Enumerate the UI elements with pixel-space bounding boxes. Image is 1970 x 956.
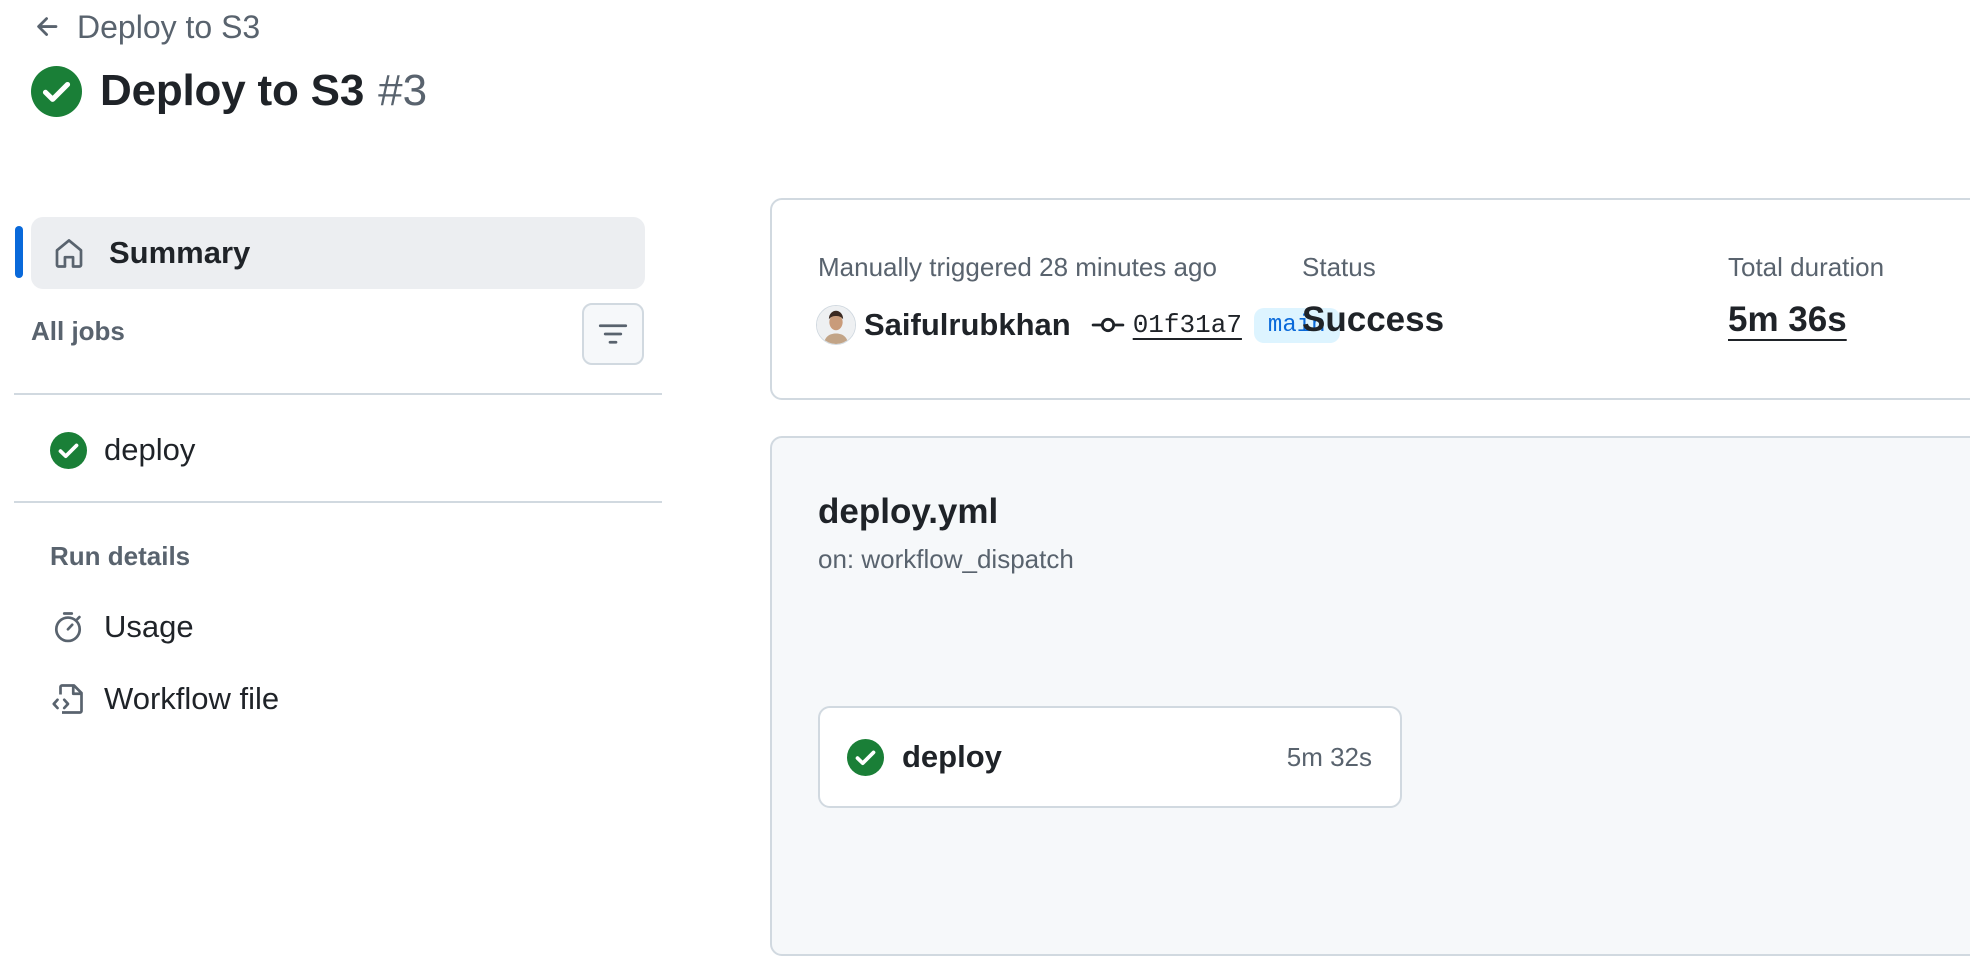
- commit-sha-link[interactable]: 01f31a7: [1127, 310, 1248, 340]
- run-details-heading: Run details: [50, 541, 191, 571]
- job-duration: 5m 32s: [1286, 741, 1372, 772]
- workflow-trigger: on: workflow_dispatch: [818, 544, 1074, 574]
- check-circle-fill-icon: [847, 738, 884, 776]
- avatar[interactable]: [816, 305, 856, 345]
- sidebar-item-label: Summary: [109, 235, 251, 270]
- arrow-left-icon: [37, 17, 58, 36]
- divider: [14, 501, 662, 503]
- check-circle-fill-icon: [50, 431, 87, 469]
- sidebar-item-deploy-job[interactable]: deploy: [50, 426, 195, 474]
- duration-label: Total duration: [1728, 252, 1885, 282]
- run-summary-card: Manually triggered 28 minutes ago Saiful…: [770, 198, 1970, 400]
- stopwatch-icon: [54, 612, 82, 643]
- actor-name[interactable]: Saifulrubkhan: [864, 307, 1071, 343]
- sidebar-item-usage[interactable]: Usage: [50, 605, 194, 649]
- back-link-label: Deploy to S3: [77, 8, 261, 45]
- sidebar-item-label: Usage: [104, 609, 194, 644]
- file-code-icon: [52, 684, 83, 714]
- home-icon: [55, 239, 83, 268]
- sidebar-item-summary[interactable]: Summary: [31, 217, 645, 289]
- job-name: deploy: [902, 739, 1002, 774]
- sidebar-item-label: deploy: [104, 432, 196, 467]
- trigger-text: Manually triggered 28 minutes ago: [818, 252, 1217, 282]
- workflow-title: Deploy to S3: [100, 66, 365, 115]
- workflow-file-name: deploy.yml: [818, 492, 999, 531]
- run-number: #3: [378, 66, 428, 115]
- actor-row: Saifulrubkhan 01f31a7 main: [816, 303, 1340, 347]
- git-commit-icon: [1091, 317, 1124, 333]
- back-link[interactable]: Deploy to S3: [33, 7, 260, 47]
- status-value: Success: [1302, 300, 1445, 339]
- status-label: Status: [1302, 252, 1376, 282]
- all-jobs-heading: All jobs: [31, 316, 125, 346]
- check-circle-fill-icon: [31, 65, 82, 117]
- duration-value[interactable]: 5m 36s: [1728, 300, 1847, 340]
- job-card-deploy[interactable]: deploy 5m 32s: [818, 706, 1402, 808]
- sidebar-item-workflow-file[interactable]: Workflow file: [50, 677, 279, 721]
- workflow-graph-panel: deploy.yml on: workflow_dispatch deploy …: [770, 436, 1970, 956]
- sidebar-item-label: Workflow file: [104, 681, 280, 716]
- filter-icon: [598, 324, 628, 344]
- filter-jobs-button[interactable]: [582, 303, 644, 365]
- page-title: Deploy to S3 #3: [31, 62, 427, 120]
- divider: [14, 393, 662, 395]
- active-indicator: [15, 226, 23, 278]
